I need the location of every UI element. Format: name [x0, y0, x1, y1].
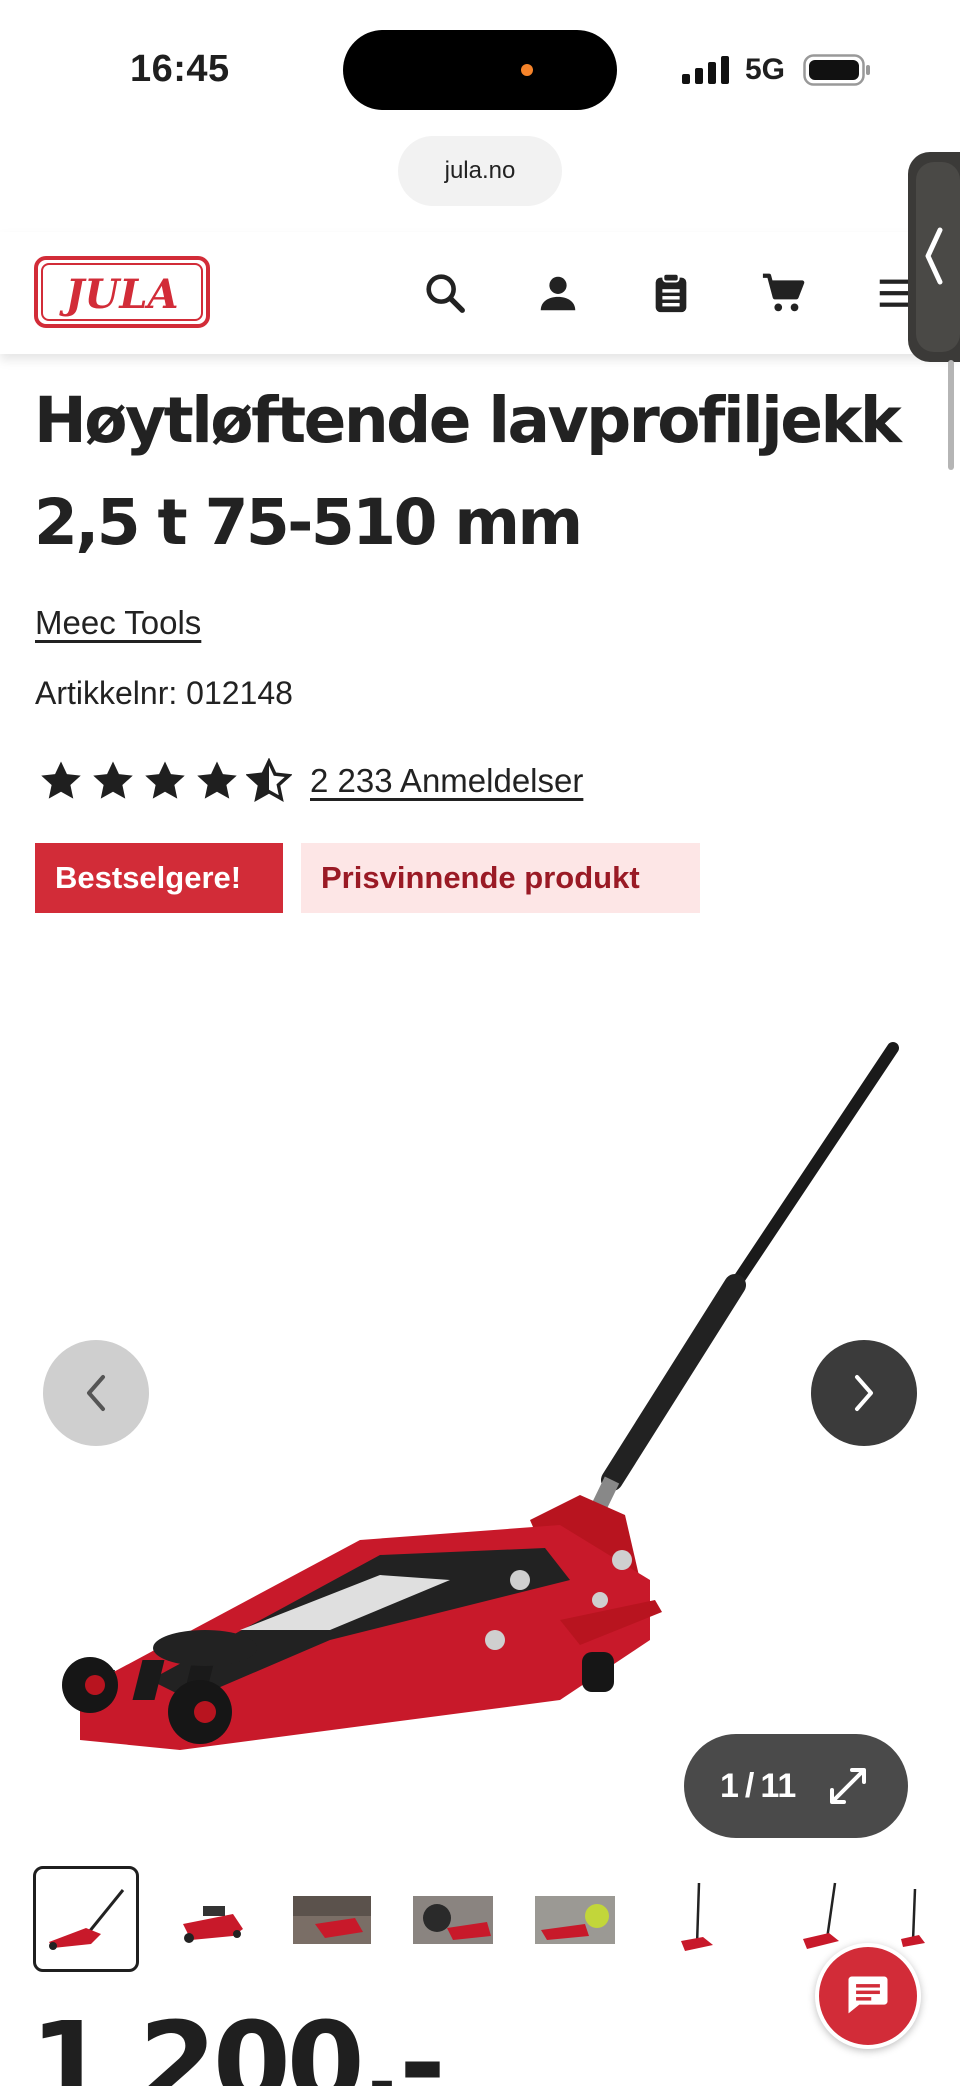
thumbnail-1[interactable] — [33, 1866, 139, 1972]
star-full-icon — [197, 761, 237, 799]
network-type: 5G — [745, 53, 786, 86]
logo-text: JULA — [59, 271, 179, 318]
product-price: 1 200,- — [30, 1999, 446, 2086]
article-number: Artikkelnr: 012148 — [35, 675, 293, 712]
product-title: Høytløftende lavprofiljekk 2,5 t 75-510 … — [34, 384, 902, 559]
thumbnail-3[interactable] — [277, 1866, 383, 1972]
article-number-label: Artikkelnr: — [35, 675, 178, 711]
account-icon[interactable] — [533, 268, 583, 318]
star-full-icon — [41, 761, 81, 799]
dynamic-island — [343, 30, 617, 110]
battery-icon — [803, 54, 870, 86]
thumbnail-2[interactable] — [155, 1866, 261, 1972]
site-header: JULA — [0, 232, 960, 354]
jula-logo[interactable]: JULA — [34, 256, 210, 328]
status-bar: 16:45 5G — [0, 0, 960, 130]
reviews-link[interactable]: 2 233 Anmeldelser — [310, 762, 583, 800]
brand-link[interactable]: Meec Tools — [35, 604, 201, 642]
gallery-counter[interactable]: 1 / 11 — [684, 1734, 908, 1838]
gallery-next-button[interactable] — [811, 1340, 917, 1446]
url-bar[interactable]: jula.no — [398, 136, 562, 206]
star-half-icon — [246, 758, 292, 803]
gallery-total: 11 — [760, 1766, 797, 1805]
cart-icon[interactable] — [759, 268, 809, 318]
chevron-left-icon — [87, 1375, 105, 1411]
thumbnail-6[interactable] — [643, 1866, 749, 1972]
rating-row[interactable]: 2 233 Anmeldelser — [38, 756, 583, 806]
thumbnail-4[interactable] — [399, 1866, 505, 1972]
gallery-current: 1 — [720, 1766, 739, 1805]
chat-button[interactable] — [815, 1943, 921, 2049]
thumbnail-5[interactable] — [521, 1866, 627, 1972]
search-icon[interactable] — [420, 268, 470, 318]
thumbnail-strip — [0, 1866, 960, 1976]
gallery-separator: / — [744, 1766, 755, 1805]
star-full-icon — [93, 761, 133, 799]
expand-icon — [830, 1768, 866, 1804]
scrollbar-thumb[interactable] — [948, 360, 954, 470]
chevron-right-icon — [855, 1375, 873, 1411]
chevron-left-icon — [925, 227, 943, 285]
side-panel-tab[interactable] — [908, 152, 960, 362]
gallery-prev-button[interactable] — [43, 1340, 149, 1446]
recording-indicator-icon — [521, 64, 533, 76]
product-gallery: 1 / 11 — [0, 940, 960, 1840]
bestseller-badge: Bestselgere! — [35, 843, 283, 913]
chat-icon — [848, 1976, 888, 2014]
award-badge: Prisvinnende produkt — [301, 843, 700, 913]
list-icon[interactable] — [646, 268, 696, 318]
signal-icon — [682, 56, 729, 84]
clock: 16:45 — [130, 48, 230, 90]
star-full-icon — [145, 761, 185, 799]
article-number-value: 012148 — [186, 675, 293, 711]
